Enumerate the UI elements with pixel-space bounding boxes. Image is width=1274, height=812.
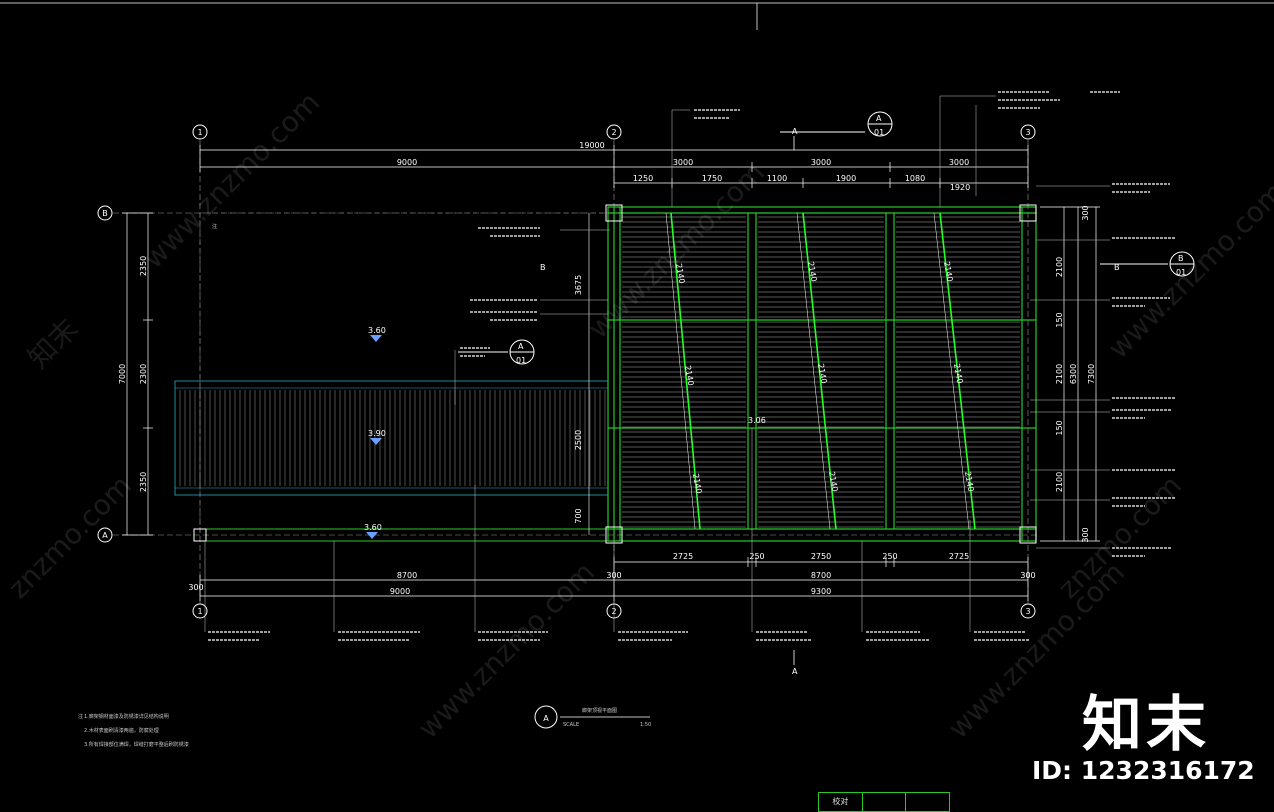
- svg-text:3.所有焊接部位满焊，焊缝打磨平整后刷防锈漆: 3.所有焊接部位满焊，焊缝打磨平整后刷防锈漆: [84, 741, 189, 748]
- axis-B: B: [102, 209, 108, 218]
- svg-text:2100: 2100: [1055, 472, 1064, 492]
- image-id: ID: 1232316172: [1032, 756, 1255, 785]
- walkway: [174, 380, 609, 496]
- svg-text:300: 300: [1081, 527, 1090, 542]
- svg-text:2140: 2140: [963, 471, 975, 493]
- svg-text:www.znzmo.com: www.znzmo.com: [412, 556, 601, 745]
- scale-value: 1:50: [640, 722, 651, 728]
- svg-text:2100: 2100: [1055, 364, 1064, 384]
- svg-text:300: 300: [188, 583, 203, 592]
- dim-top-span: 9000: [397, 158, 417, 167]
- svg-text:www.znzmo.com: www.znzmo.com: [1102, 176, 1274, 365]
- section-ref: A: [518, 342, 524, 351]
- brand-logo: 知末: [1082, 690, 1210, 760]
- svg-text:2140: 2140: [827, 471, 839, 493]
- scale-label: SCALE: [563, 722, 579, 728]
- svg-text:2500: 2500: [574, 430, 583, 450]
- svg-text:3675: 3675: [574, 275, 583, 295]
- svg-text:B: B: [540, 263, 546, 272]
- dim-left-span: 2300: [139, 364, 148, 384]
- axis-3-top: 3: [1025, 128, 1030, 137]
- svg-text:A: A: [792, 127, 798, 136]
- svg-text:A: A: [792, 667, 798, 676]
- title-block-cell: [863, 793, 907, 811]
- svg-text:150: 150: [1055, 312, 1064, 327]
- svg-text:2140: 2140: [806, 261, 818, 283]
- dim-sub-span: 1080: [905, 174, 925, 183]
- svg-text:300: 300: [1020, 571, 1035, 580]
- svg-text:2725: 2725: [949, 552, 969, 561]
- section-ref: 01: [874, 128, 884, 137]
- bottom-dimensions: 2725 250 2750 250 2725 300 8700 300 8700…: [188, 552, 1035, 596]
- inner-dimensions: 3675 2500 700: [574, 275, 583, 524]
- section-ref: A: [876, 114, 882, 123]
- dim-sub-span: 1900: [836, 174, 856, 183]
- svg-text:150: 150: [1055, 420, 1064, 435]
- svg-text:8700: 8700: [397, 571, 417, 580]
- watermarks: www.znzmo.com 知末 znzmo.com www.znzmo.com…: [2, 86, 1274, 745]
- top-dimensions: 19000 9000 3000 3000 3000 1250 1750 1100…: [397, 141, 970, 192]
- svg-text:2140: 2140: [952, 363, 964, 385]
- dim-overall: 19000: [579, 141, 604, 150]
- dim-left-total: 7000: [118, 364, 127, 384]
- zone-note: 注: [212, 223, 217, 230]
- general-notes: 注 1.廊架钢材面漆及防锈漆详见结构说明 2.木材表面刷清漆两遍，防腐处理 3.…: [78, 713, 189, 748]
- svg-text:2140: 2140: [816, 363, 828, 385]
- svg-text:1.廊架钢材面漆及防锈漆详见结构说明: 1.廊架钢材面漆及防锈漆详见结构说明: [84, 713, 169, 720]
- plan-title: 廊架顶视平面图: [582, 707, 617, 714]
- dim-top-span: 3000: [949, 158, 969, 167]
- plan-label: A: [543, 714, 549, 723]
- dim-sub-span: 1250: [633, 174, 653, 183]
- axis-1-top: 1: [197, 128, 202, 137]
- svg-text:300: 300: [1081, 205, 1090, 220]
- svg-text:7300: 7300: [1087, 364, 1096, 384]
- svg-text:2140: 2140: [683, 365, 695, 387]
- svg-text:700: 700: [574, 508, 583, 523]
- right-dimensions: 300 2100 150 2100 150 2100 300 6300 7300: [1055, 205, 1096, 542]
- svg-text:2140: 2140: [942, 261, 954, 283]
- svg-text:250: 250: [882, 552, 897, 561]
- svg-text:6300: 6300: [1069, 364, 1078, 384]
- title-block-label: 校对: [819, 793, 863, 811]
- title-block: 校对: [818, 792, 950, 812]
- svg-text:2100: 2100: [1055, 257, 1064, 277]
- svg-text:www.znzmo.com: www.znzmo.com: [582, 156, 771, 345]
- svg-text:2.木材表面刷清漆两遍，防腐处理: 2.木材表面刷清漆两遍，防腐处理: [84, 727, 159, 734]
- svg-text:3.60: 3.60: [364, 523, 382, 532]
- svg-text:3.06: 3.06: [748, 416, 766, 425]
- svg-text:2725: 2725: [673, 552, 693, 561]
- axis-1-bottom: 1: [197, 607, 202, 616]
- svg-text:B: B: [1114, 263, 1120, 272]
- svg-text:250: 250: [749, 552, 764, 561]
- svg-text:znzmo.com: znzmo.com: [2, 469, 138, 605]
- svg-text:9000: 9000: [390, 587, 410, 596]
- left-dimensions: 7000 2350 2300 2350: [118, 256, 148, 492]
- svg-text:www.znzmo.com: www.znzmo.com: [137, 86, 326, 275]
- plan-title-block: A 廊架顶视平面图 SCALE 1:50: [534, 705, 651, 729]
- axis-3-bottom: 3: [1025, 607, 1030, 616]
- svg-text:注: 注: [78, 713, 83, 720]
- svg-text:2140: 2140: [691, 473, 703, 495]
- svg-text:知末: 知末: [22, 312, 85, 375]
- dim-top-span: 3000: [673, 158, 693, 167]
- axis-2-top: 2: [611, 128, 616, 137]
- dim-sub-span: 1920: [950, 183, 970, 192]
- svg-text:3.90: 3.90: [368, 429, 386, 438]
- dim-top-span: 3000: [811, 158, 831, 167]
- section-ref: 01: [516, 356, 526, 365]
- dim-sub-span: 1750: [702, 174, 722, 183]
- svg-text:2750: 2750: [811, 552, 831, 561]
- axis-A: A: [102, 531, 108, 540]
- svg-text:9300: 9300: [811, 587, 831, 596]
- svg-text:8700: 8700: [811, 571, 831, 580]
- svg-text:3.60: 3.60: [368, 326, 386, 335]
- title-block-cell: [906, 793, 949, 811]
- dim-left-span: 2350: [139, 472, 148, 492]
- rafter-labels: 2140 2140 2140 2140 2140 2140 2140 2140 …: [674, 261, 975, 495]
